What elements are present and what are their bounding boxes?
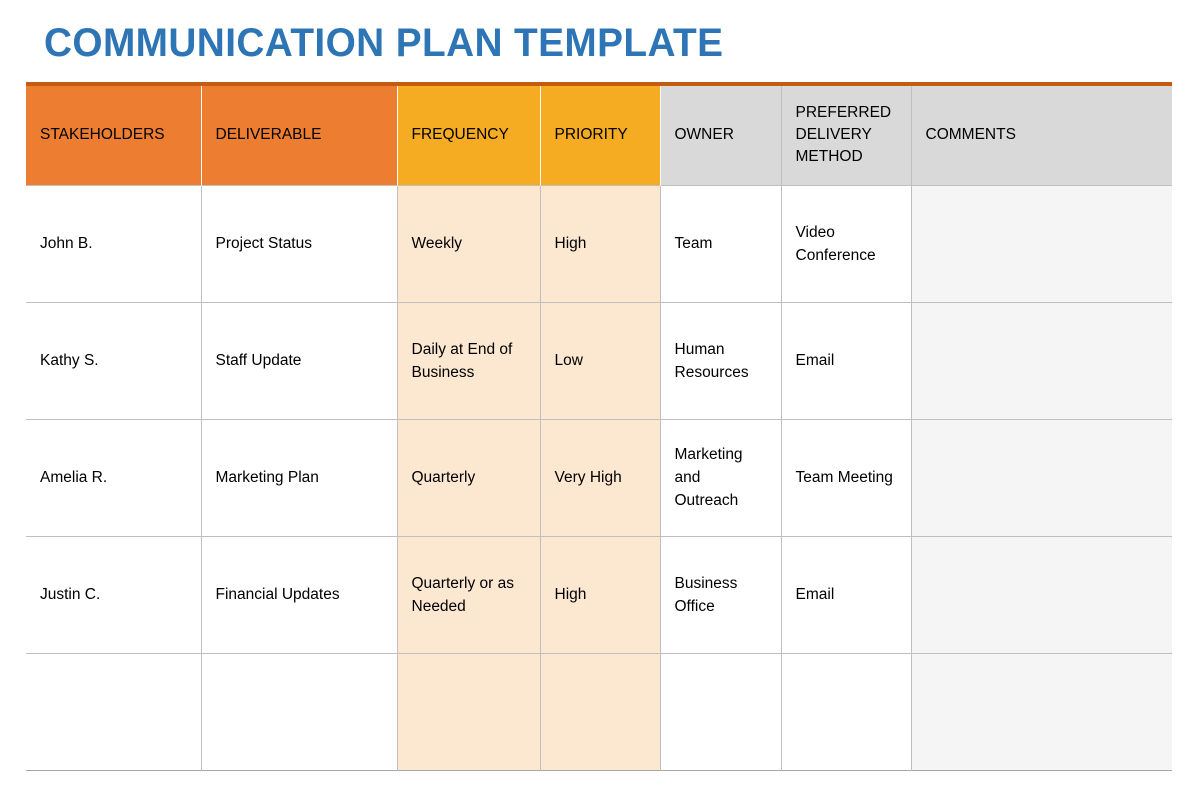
communication-plan-table-container: STAKEHOLDERS DELIVERABLE FREQUENCY PRIORITY… bbox=[26, 82, 1172, 771]
cell-priority[interactable]: High bbox=[540, 184, 661, 302]
cell-value: Quarterly bbox=[411, 469, 476, 486]
cell-comments[interactable] bbox=[911, 418, 1172, 536]
column-header-label: PREFERRED DELIVERY METHOD bbox=[795, 104, 892, 166]
cell-value: Amelia R. bbox=[40, 469, 108, 486]
cell-value: Financial Updates bbox=[215, 586, 340, 603]
cell-frequency[interactable]: Weekly bbox=[397, 184, 541, 302]
column-header-priority: PRIORITY bbox=[540, 86, 661, 185]
column-header-label: FREQUENCY bbox=[411, 126, 509, 144]
cell-value: High bbox=[554, 586, 587, 603]
cell-deliverable[interactable]: Project Status bbox=[201, 184, 398, 302]
column-header-method: PREFERRED DELIVERY METHOD bbox=[781, 86, 912, 185]
cell-comments[interactable] bbox=[911, 535, 1172, 653]
cell-method[interactable] bbox=[781, 652, 912, 770]
column-header-label: OWNER bbox=[674, 126, 734, 144]
cell-value: Email bbox=[795, 586, 835, 603]
cell-value: Team bbox=[674, 235, 713, 252]
table-row bbox=[26, 652, 1172, 770]
column-header-label: COMMENTS bbox=[925, 126, 1016, 144]
column-header-label: STAKEHOLDERS bbox=[40, 126, 165, 144]
cell-value: Low bbox=[554, 352, 583, 369]
table-header-row: STAKEHOLDERS DELIVERABLE FREQUENCY PRIORITY… bbox=[26, 86, 1172, 185]
cell-deliverable[interactable]: Financial Updates bbox=[201, 535, 398, 653]
column-header-label: PRIORITY bbox=[554, 126, 628, 144]
column-header-stakeholders: STAKEHOLDERS bbox=[26, 86, 202, 185]
communication-plan-table: STAKEHOLDERS DELIVERABLE FREQUENCY PRIORITY… bbox=[26, 86, 1172, 771]
page-title: COMMUNICATION PLAN TEMPLATE bbox=[44, 21, 724, 65]
column-header-owner: OWNER bbox=[660, 86, 782, 185]
cell-value: Kathy S. bbox=[40, 352, 99, 369]
cell-frequency[interactable] bbox=[397, 652, 541, 770]
cell-owner[interactable]: Human Resources bbox=[660, 301, 782, 419]
table-header: STAKEHOLDERS DELIVERABLE FREQUENCY PRIORITY… bbox=[26, 86, 1172, 185]
cell-value: High bbox=[554, 235, 587, 252]
cell-priority[interactable] bbox=[540, 652, 661, 770]
column-header-frequency: FREQUENCY bbox=[397, 86, 541, 185]
cell-method[interactable]: Video Conference bbox=[781, 184, 912, 302]
column-header-deliverable: DELIVERABLE bbox=[201, 86, 398, 185]
table-row: Amelia R. Marketing Plan Quarterly Very Hig… bbox=[26, 418, 1172, 536]
cell-priority[interactable]: Low bbox=[540, 301, 661, 419]
cell-stakeholders[interactable] bbox=[26, 652, 202, 770]
page-title-container: COMMUNICATION PLAN TEMPLATE bbox=[44, 18, 1144, 68]
cell-value: Quarterly or as Needed bbox=[411, 574, 515, 615]
table-row: John B. Project Status Weekly High Team Video… bbox=[26, 184, 1172, 302]
cell-value: Team Meeting bbox=[795, 469, 893, 486]
cell-value: Daily at End of Business bbox=[411, 340, 513, 381]
cell-value: Staff Update bbox=[215, 352, 302, 369]
cell-value: Marketing Plan bbox=[215, 469, 319, 486]
cell-comments[interactable] bbox=[911, 652, 1172, 770]
cell-owner[interactable]: Team bbox=[660, 184, 782, 302]
cell-priority[interactable]: High bbox=[540, 535, 661, 653]
cell-deliverable[interactable]: Staff Update bbox=[201, 301, 398, 419]
cell-value: John B. bbox=[40, 235, 93, 252]
table-body: John B. Project Status Weekly High Team Video… bbox=[26, 184, 1172, 770]
cell-method[interactable]: Team Meeting bbox=[781, 418, 912, 536]
cell-frequency[interactable]: Quarterly bbox=[397, 418, 541, 536]
cell-comments[interactable] bbox=[911, 301, 1172, 419]
column-header-comments: COMMENTS bbox=[911, 86, 1172, 185]
cell-owner[interactable]: Business Office bbox=[660, 535, 782, 653]
cell-value: Video Conference bbox=[795, 223, 876, 264]
cell-value: Business Office bbox=[674, 574, 738, 615]
cell-stakeholders[interactable]: John B. bbox=[26, 184, 202, 302]
cell-owner[interactable]: Marketing and Outreach bbox=[660, 418, 782, 536]
cell-comments[interactable] bbox=[911, 184, 1172, 302]
cell-value: Very High bbox=[554, 469, 622, 486]
table-row: Justin C. Financial Updates Quarterly or a… bbox=[26, 535, 1172, 653]
cell-frequency[interactable]: Quarterly or as Needed bbox=[397, 535, 541, 653]
cell-method[interactable]: Email bbox=[781, 301, 912, 419]
cell-stakeholders[interactable]: Justin C. bbox=[26, 535, 202, 653]
table-row: Kathy S. Staff Update Daily at End of Busi… bbox=[26, 301, 1172, 419]
cell-stakeholders[interactable]: Amelia R. bbox=[26, 418, 202, 536]
cell-stakeholders[interactable]: Kathy S. bbox=[26, 301, 202, 419]
column-header-label: DELIVERABLE bbox=[215, 126, 322, 144]
communication-plan-page: COMMUNICATION PLAN TEMPLATE STAKEHOLDERS… bbox=[0, 0, 1203, 800]
cell-value: Weekly bbox=[411, 235, 463, 252]
cell-value: Email bbox=[795, 352, 835, 369]
cell-value: Human Resources bbox=[674, 340, 749, 381]
cell-value: Justin C. bbox=[40, 586, 101, 603]
cell-frequency[interactable]: Daily at End of Business bbox=[397, 301, 541, 419]
cell-value: Project Status bbox=[215, 235, 313, 252]
cell-deliverable[interactable] bbox=[201, 652, 398, 770]
cell-method[interactable]: Email bbox=[781, 535, 912, 653]
cell-owner[interactable] bbox=[660, 652, 782, 770]
cell-priority[interactable]: Very High bbox=[540, 418, 661, 536]
cell-deliverable[interactable]: Marketing Plan bbox=[201, 418, 398, 536]
cell-value: Marketing and Outreach bbox=[674, 446, 743, 509]
